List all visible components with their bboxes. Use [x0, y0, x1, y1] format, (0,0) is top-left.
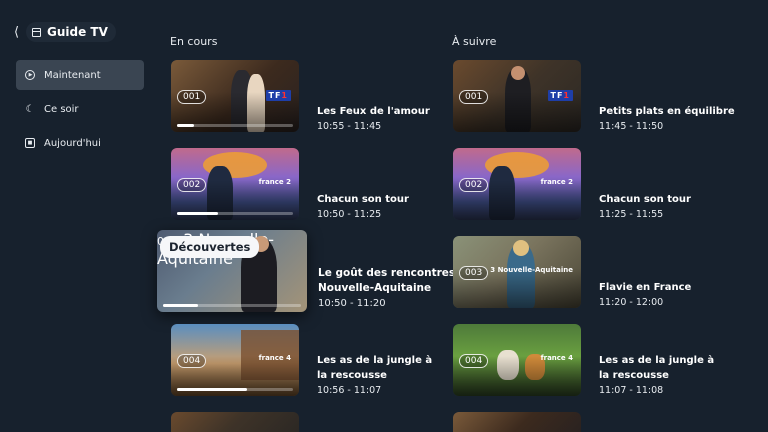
program-thumbnail[interactable]: 001 TF1 [453, 60, 581, 132]
channel-number: 002 [459, 178, 489, 192]
channel-logo-tf1: TF1 [547, 90, 573, 101]
nav-item-aujourdhui[interactable]: ■ Aujourd'hui [16, 128, 144, 158]
channel-logo-france2: france 2 [258, 178, 291, 186]
column-title-now: En cours [170, 35, 218, 48]
nav-item-label: Aujourd'hui [44, 137, 101, 149]
program-time: 11:25 - 11:55 [599, 209, 664, 220]
tv-guide-icon [32, 27, 41, 37]
calendar-icon: ■ [25, 138, 35, 148]
progress-bar [177, 124, 293, 127]
guide-tv-title-pill: Guide TV [26, 22, 116, 42]
channel-number: 004 [459, 354, 489, 368]
channel-logo-france3: 3 Nouvelle-Aquitaine [490, 266, 573, 274]
chevron-left-icon[interactable]: ⟨ [14, 25, 24, 40]
program-thumbnail[interactable]: 004 france 4 [171, 324, 299, 396]
nav-item-ce-soir[interactable]: ☾ Ce soir [16, 94, 144, 124]
program-title: Les as de la jungle à la rescousse [317, 353, 432, 383]
program-title-line: la rescousse [599, 370, 669, 381]
channel-number: 004 [177, 354, 207, 368]
program-title-line: Le goût des rencontres [318, 267, 456, 279]
page-title: Guide TV [47, 25, 108, 39]
program-time: 11:20 - 12:00 [599, 297, 664, 308]
program-title: Les as de la jungle à la rescousse [599, 353, 714, 383]
nav-item-maintenant[interactable]: ▶ Maintenant [16, 60, 144, 90]
channel-number: 001 [459, 90, 489, 104]
moon-icon: ☾ [25, 103, 35, 115]
program-thumbnail[interactable]: 002 france 2 [453, 148, 581, 220]
category-badge: Découvertes [160, 236, 260, 258]
program-title-line: la rescousse [317, 370, 387, 381]
program-title: Chacun son tour [317, 194, 409, 205]
channel-logo-france2: france 2 [540, 178, 573, 186]
guide-header: ⟨ Guide TV [14, 20, 116, 44]
program-thumbnail-partial[interactable] [171, 412, 299, 432]
channel-logo-france4: france 4 [258, 354, 291, 362]
progress-bar [163, 304, 301, 307]
program-thumbnail[interactable]: 004 france 4 [453, 324, 581, 396]
program-thumbnail-partial[interactable] [453, 412, 581, 432]
program-title: Petits plats en équilibre [599, 106, 735, 117]
program-time: 10:56 - 11:07 [317, 385, 382, 396]
channel-number: 002 [177, 178, 207, 192]
program-title-line: Nouvelle-Aquitaine [318, 282, 432, 294]
sidebar: ⟨ Guide TV ▶ Maintenant ☾ Ce soir ■ Aujo… [0, 0, 150, 432]
program-thumbnail[interactable]: 002 france 2 [171, 148, 299, 220]
program-title: Les Feux de l'amour [317, 106, 430, 117]
program-title-line: Les as de la jungle à [317, 355, 433, 366]
nav-item-label: Maintenant [44, 69, 101, 81]
channel-logo-tf1: TF1 [265, 90, 291, 101]
program-title-line: Les as de la jungle à [599, 355, 715, 366]
play-circle-icon: ▶ [25, 70, 35, 80]
program-thumbnail[interactable]: 001 TF1 [171, 60, 299, 132]
program-title: Le goût des rencontres Nouvelle-Aquitain… [318, 266, 455, 296]
program-time: 11:07 - 11:08 [599, 385, 664, 396]
program-time: 10:55 - 11:45 [317, 121, 382, 132]
program-time: 10:50 - 11:25 [317, 209, 382, 220]
channel-number: 003 [459, 266, 489, 280]
channel-logo-france4: france 4 [540, 354, 573, 362]
program-thumbnail[interactable]: 003 3 Nouvelle-Aquitaine [453, 236, 581, 308]
channel-number: 001 [177, 90, 207, 104]
program-title: Chacun son tour [599, 194, 691, 205]
program-title: Flavie en France [599, 282, 692, 293]
progress-bar [177, 388, 293, 391]
program-time: 10:50 - 11:20 [318, 298, 386, 309]
column-title-next: À suivre [452, 35, 497, 48]
nav-item-label: Ce soir [44, 103, 79, 115]
progress-bar [177, 212, 293, 215]
program-time: 11:45 - 11:50 [599, 121, 664, 132]
